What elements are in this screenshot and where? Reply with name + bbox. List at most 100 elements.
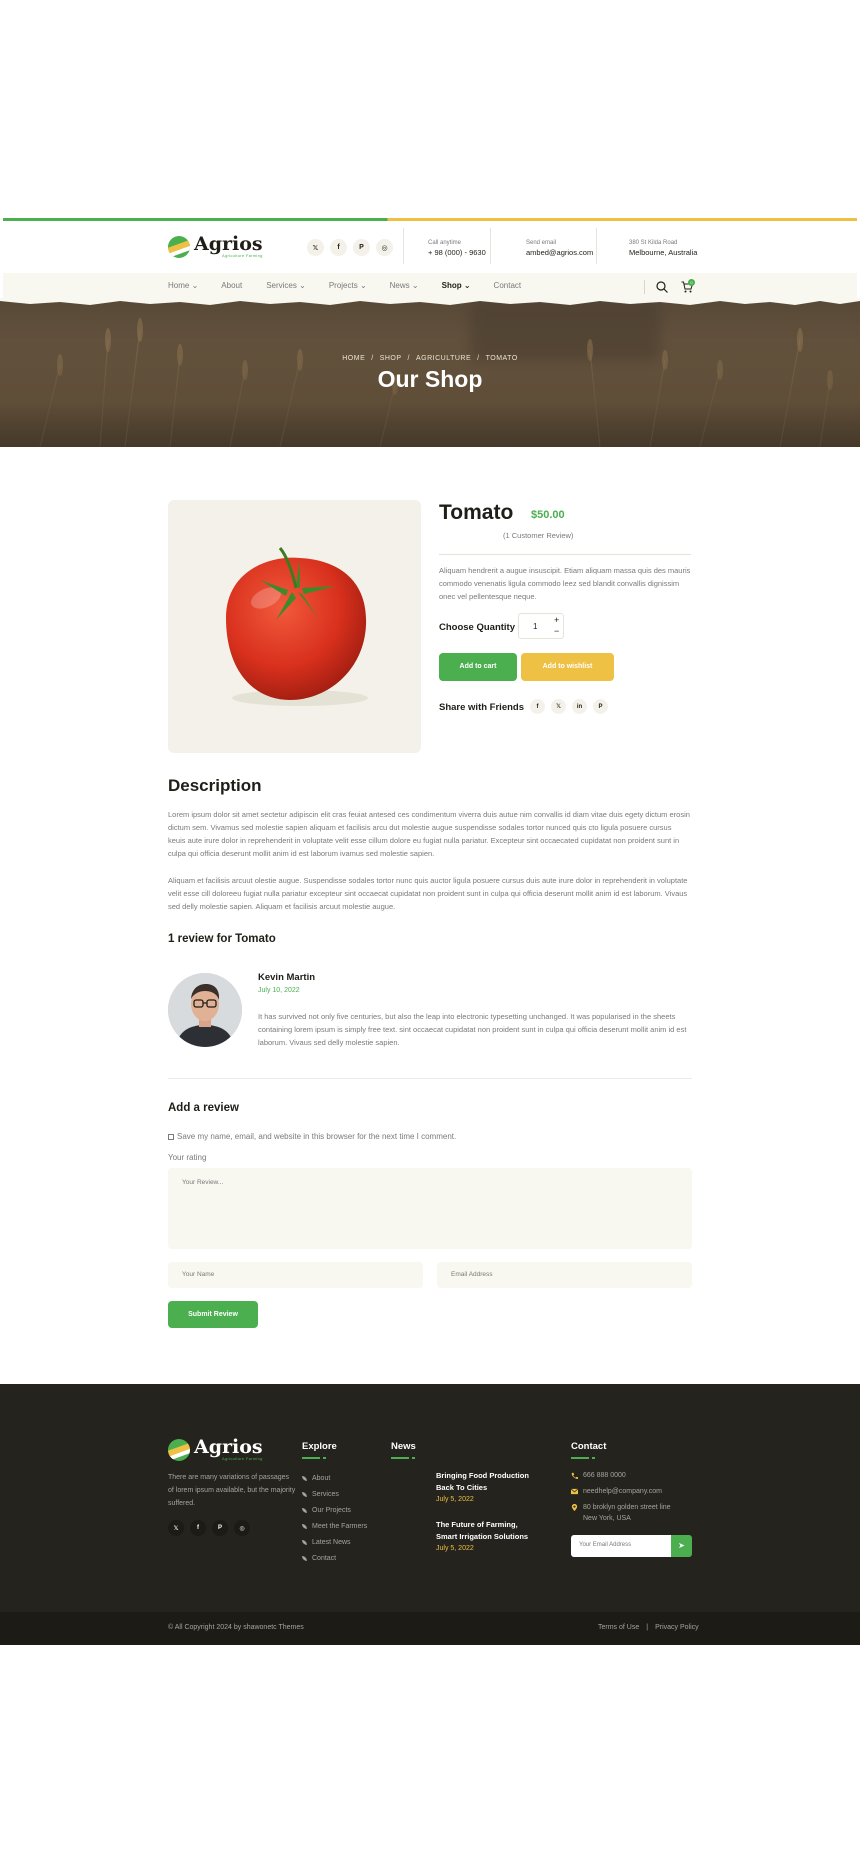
description-paragraph-1: Lorem ipsum dolor sit amet sectetur adip… bbox=[168, 810, 690, 858]
location-pin-icon bbox=[571, 1504, 578, 1511]
reviewer-name: Kevin Martin bbox=[258, 972, 316, 983]
twitter-icon[interactable]: 𝕏 bbox=[307, 239, 324, 256]
footer-contact-title: Contact bbox=[571, 1441, 607, 1452]
review-count[interactable]: (1 Customer Review) bbox=[503, 531, 573, 540]
address-title: 380 St Kilda Road bbox=[629, 240, 678, 246]
footer-link[interactable]: Latest News bbox=[302, 1534, 367, 1550]
review-textarea[interactable]: Your Review... bbox=[168, 1168, 692, 1249]
logo-text: Agrios bbox=[194, 233, 263, 255]
instagram-icon[interactable]: ◎ bbox=[376, 239, 393, 256]
logo-text: Agrios bbox=[194, 1436, 263, 1458]
twitter-icon[interactable]: 𝕏 bbox=[168, 1520, 184, 1536]
title-underline bbox=[571, 1457, 595, 1459]
description-title: Description bbox=[168, 776, 262, 795]
terms-link[interactable]: Terms of Use bbox=[598, 1624, 639, 1631]
nav-item-projects[interactable]: Projects ⌄ bbox=[329, 281, 367, 290]
email-field[interactable]: Email Address bbox=[437, 1262, 692, 1288]
title-underline bbox=[302, 1457, 326, 1459]
footer-link-label: Meet the Farmers bbox=[312, 1522, 368, 1530]
pinterest-icon[interactable]: P bbox=[212, 1520, 228, 1536]
breadcrumb-shop[interactable]: SHOP bbox=[380, 355, 402, 362]
breadcrumb-current: TOMATO bbox=[485, 355, 518, 362]
pinterest-icon[interactable]: P bbox=[353, 239, 370, 256]
call-title: Call anytime bbox=[428, 240, 462, 246]
nav-item-contact[interactable]: Contact bbox=[494, 281, 522, 290]
copyright: © All Copyright 2024 by shawonetc Themes bbox=[168, 1624, 304, 1631]
footer-link-label: Contact bbox=[312, 1554, 337, 1562]
divider bbox=[490, 228, 491, 264]
product-title: Tomato bbox=[439, 501, 514, 524]
news-item-date: July 5, 2022 bbox=[436, 1545, 474, 1552]
footer-link[interactable]: Meet the Farmers bbox=[302, 1518, 367, 1534]
rating-label: Your rating bbox=[168, 1153, 207, 1162]
footer-link[interactable]: Contact bbox=[302, 1550, 367, 1566]
title-underline bbox=[391, 1457, 415, 1459]
nav-label: Services bbox=[266, 281, 297, 290]
facebook-icon[interactable]: f bbox=[190, 1520, 206, 1536]
breadcrumb-home[interactable]: HOME bbox=[342, 355, 365, 362]
product-image[interactable] bbox=[168, 500, 421, 753]
leaf-icon bbox=[302, 1539, 307, 1545]
contact-address: 80 broklyn golden street line New York, … bbox=[571, 1502, 676, 1524]
quantity-value[interactable]: 1 bbox=[533, 622, 537, 631]
quantity-decrease-button[interactable]: − bbox=[554, 626, 559, 636]
facebook-icon[interactable]: f bbox=[330, 239, 347, 256]
instagram-icon[interactable]: ◎ bbox=[234, 1520, 250, 1536]
reviewer-photo bbox=[168, 973, 242, 1047]
twitter-icon[interactable]: 𝕏 bbox=[551, 699, 566, 714]
nav-item-services[interactable]: Services ⌄ bbox=[266, 281, 306, 290]
quantity-increase-button[interactable]: + bbox=[554, 615, 559, 625]
product-price: $50.00 bbox=[531, 509, 565, 521]
facebook-icon[interactable]: f bbox=[530, 699, 545, 714]
contact-email-text: needhelp@company.com bbox=[583, 1488, 662, 1495]
linkedin-icon[interactable]: in bbox=[572, 699, 587, 714]
nav-item-about[interactable]: About bbox=[221, 281, 242, 290]
footer-link[interactable]: Services bbox=[302, 1486, 367, 1502]
newsletter-submit-button[interactable]: ➤ bbox=[671, 1535, 692, 1557]
footer-link[interactable]: About bbox=[302, 1470, 367, 1486]
footer-explore-title: Explore bbox=[302, 1441, 337, 1452]
reviews-title: 1 review for Tomato bbox=[168, 933, 276, 945]
send-icon: ➤ bbox=[678, 1541, 685, 1550]
news-item-title[interactable]: Bringing Food Production Back To Cities bbox=[436, 1470, 536, 1494]
name-field[interactable]: Your Name bbox=[168, 1262, 423, 1288]
call-value[interactable]: + 98 (000) - 9630 bbox=[428, 248, 486, 258]
header-social: 𝕏 f P ◎ bbox=[307, 239, 393, 256]
contact-email[interactable]: needhelp@company.com bbox=[571, 1486, 662, 1497]
nav-item-news[interactable]: News ⌄ bbox=[390, 281, 419, 290]
add-to-wishlist-button[interactable]: Add to wishlist bbox=[521, 653, 614, 681]
submit-review-button[interactable]: Submit Review bbox=[168, 1301, 258, 1328]
breadcrumb: HOME / SHOP / AGRICULTURE / TOMATO bbox=[0, 355, 860, 362]
nav-label: Projects bbox=[328, 281, 358, 290]
breadcrumb-separator: / bbox=[477, 355, 480, 362]
footer-about: There are many variations of passages of… bbox=[168, 1474, 296, 1507]
privacy-link[interactable]: Privacy Policy bbox=[655, 1624, 699, 1631]
pinterest-icon[interactable]: P bbox=[593, 699, 608, 714]
address-value: Melbourne, Australia bbox=[629, 248, 698, 257]
nav-item-home[interactable]: Home ⌄ bbox=[168, 281, 198, 290]
email-value[interactable]: ambed@agrios.com bbox=[526, 248, 593, 258]
review-text: It has survived not only five centuries,… bbox=[258, 1012, 687, 1047]
footer-link-label: Latest News bbox=[312, 1538, 351, 1546]
add-to-cart-button[interactable]: Add to cart bbox=[439, 653, 517, 681]
breadcrumb-agriculture[interactable]: AGRICULTURE bbox=[416, 355, 471, 362]
nav-label: News bbox=[389, 281, 410, 290]
footer-logo[interactable]: Agrios Agriculture Farming bbox=[168, 1438, 263, 1461]
footer bbox=[0, 1384, 860, 1612]
save-info-checkbox[interactable] bbox=[168, 1133, 174, 1140]
phone-icon bbox=[571, 1472, 578, 1479]
nav-item-shop[interactable]: Shop ⌄ bbox=[442, 281, 471, 290]
description-paragraph-2: Aliquam et facilisis arcuut olestie augu… bbox=[168, 876, 688, 911]
search-icon[interactable] bbox=[656, 281, 668, 293]
review-date: July 10, 2022 bbox=[258, 987, 300, 994]
cart-count-badge: 0 bbox=[688, 279, 695, 286]
newsletter-email-input[interactable]: Your Email Address bbox=[571, 1535, 671, 1557]
footer-link-label: Our Projects bbox=[312, 1506, 351, 1514]
logo[interactable]: Agrios Agriculture Farming bbox=[168, 235, 263, 258]
contact-phone[interactable]: 666 888 0000 bbox=[571, 1470, 626, 1481]
breadcrumb-separator: / bbox=[407, 355, 410, 362]
mail-icon bbox=[571, 1488, 578, 1495]
footer-link[interactable]: Our Projects bbox=[302, 1502, 367, 1518]
divider bbox=[403, 228, 404, 264]
news-item-title[interactable]: The Future of Farming, Smart Irrigation … bbox=[436, 1519, 531, 1543]
